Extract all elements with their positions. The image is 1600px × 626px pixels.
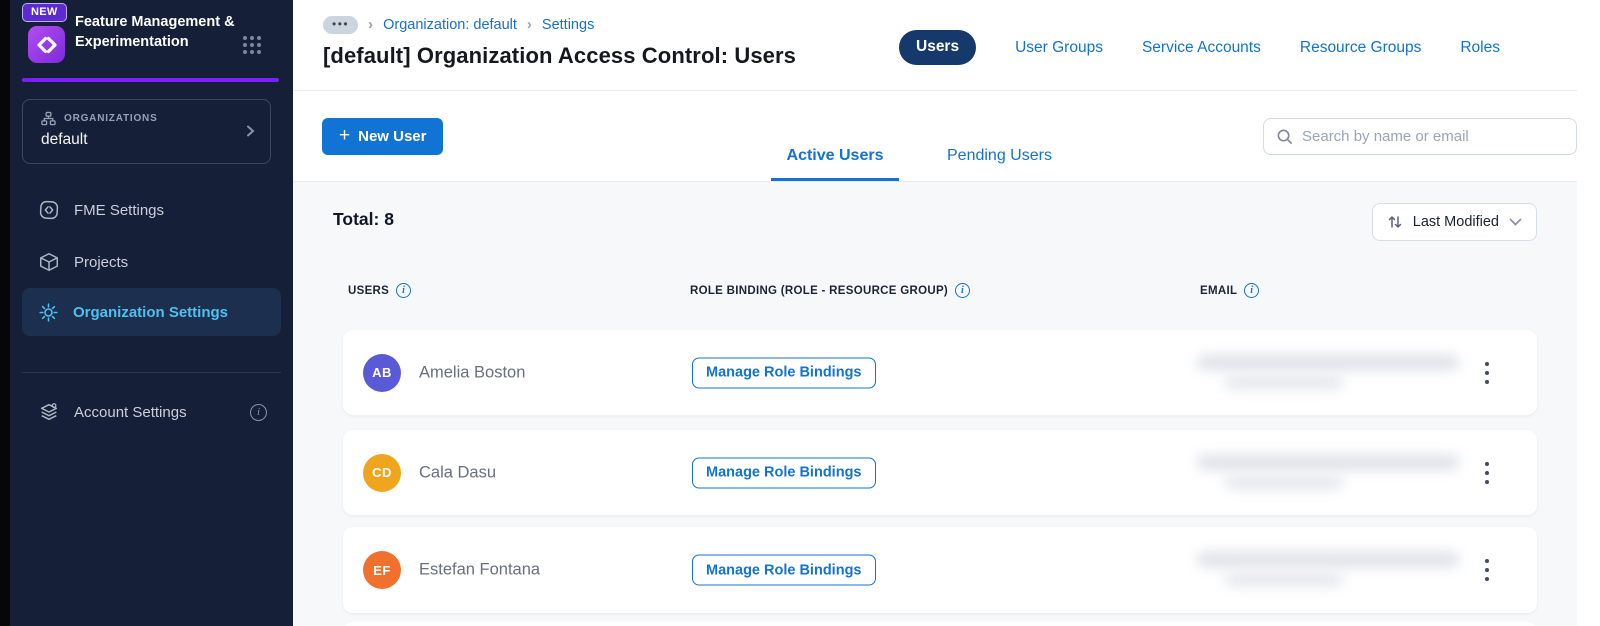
app-logo[interactable] [28, 26, 65, 63]
cube-icon [40, 253, 58, 271]
breadcrumb-link-organization[interactable]: Organization: default [383, 17, 517, 33]
breadcrumb-link-settings[interactable]: Settings [542, 17, 594, 33]
email-redacted [1197, 548, 1467, 592]
info-icon[interactable]: i [955, 283, 971, 298]
tab-resource-groups[interactable]: Resource Groups [1300, 39, 1421, 57]
info-icon[interactable]: i [1244, 283, 1260, 298]
search-input[interactable] [1302, 128, 1564, 145]
table-row-partial [343, 622, 1537, 626]
sidebar-item-label: Account Settings [74, 403, 187, 421]
breadcrumb-ellipsis[interactable]: ••• [323, 16, 359, 34]
column-header-email: EMAIL i [1200, 283, 1260, 298]
chevron-right-icon [247, 125, 255, 137]
fme-logo-icon [36, 36, 57, 53]
user-name: Cala Dasu [419, 463, 497, 481]
new-user-button-label: New User [358, 128, 427, 145]
page-title: [default] Organization Access Control: U… [323, 43, 796, 68]
user-view-tabs: Active Users Pending Users [771, 147, 1066, 181]
manage-role-bindings-button[interactable]: Manage Role Bindings [692, 357, 876, 388]
layers-icon [40, 403, 58, 421]
organization-selector[interactable]: ORGANIZATIONS default [22, 99, 271, 164]
app-title: Feature Management & Experimentation [75, 14, 235, 50]
fme-settings-icon [39, 200, 59, 220]
breadcrumb: ••• › Organization: default › Settings [323, 16, 594, 34]
column-header-users: USERS i [348, 283, 412, 298]
table-row: CD Cala Dasu Manage Role Bindings [343, 430, 1537, 515]
sidebar-item-organization-settings[interactable]: Organization Settings [22, 288, 281, 336]
email-redacted [1197, 451, 1467, 495]
org-selector-label: ORGANIZATIONS [64, 113, 158, 124]
search-icon [1277, 129, 1292, 144]
access-control-tabs: Users User Groups Service Accounts Resou… [899, 30, 1500, 65]
toolbar: + New User Active Users Pending Users [293, 91, 1577, 182]
tab-service-accounts[interactable]: Service Accounts [1142, 39, 1261, 57]
table-row: AB Amelia Boston Manage Role Bindings [343, 330, 1537, 415]
tab-roles[interactable]: Roles [1460, 39, 1500, 57]
kebab-menu-icon[interactable] [1479, 361, 1495, 384]
sort-dropdown-value: Last Modified [1412, 214, 1499, 230]
manage-role-bindings-button[interactable]: Manage Role Bindings [692, 457, 876, 488]
sidebar-item-label: Organization Settings [73, 303, 229, 321]
gear-icon [39, 302, 58, 322]
screen: NEW Feature Management & Experimentation… [0, 0, 1600, 626]
chevron-down-icon [1509, 218, 1522, 226]
users-list-panel: Total: 8 Last Modified USERS i ROLE BINDI… [293, 182, 1577, 626]
sort-icon [1388, 216, 1401, 228]
sidebar-item-fme-settings[interactable]: FME Settings [22, 190, 281, 230]
email-redacted [1197, 351, 1467, 395]
sidebar-item-account-settings[interactable]: Account Settings i [22, 392, 281, 432]
sidebar-item-projects[interactable]: Projects [22, 242, 281, 282]
chevron-right-icon: › [368, 15, 374, 33]
main-content: ••• › Organization: default › Settings [… [293, 0, 1577, 626]
sidebar-divider [22, 372, 281, 373]
sidebar: NEW Feature Management & Experimentation… [10, 0, 293, 626]
user-name: Amelia Boston [419, 363, 526, 381]
kebab-menu-icon[interactable] [1479, 461, 1495, 484]
sidebar-item-label: FME Settings [74, 201, 165, 219]
avatar: CD [363, 453, 401, 492]
page-header: ••• › Organization: default › Settings [… [293, 0, 1577, 91]
kebab-menu-icon[interactable] [1479, 559, 1495, 581]
tab-user-groups[interactable]: User Groups [1015, 39, 1103, 57]
plus-icon: + [339, 124, 351, 146]
avatar: AB [363, 353, 401, 392]
background-edge-strip [0, 0, 10, 626]
tab-pending-users[interactable]: Pending Users [933, 147, 1066, 181]
tab-users[interactable]: Users [899, 30, 977, 65]
info-icon[interactable]: i [396, 283, 412, 298]
tab-active-users[interactable]: Active Users [771, 147, 899, 181]
user-name: Estefan Fontana [419, 560, 541, 579]
apps-grid-icon[interactable] [243, 36, 265, 58]
avatar: EF [363, 551, 401, 589]
sidebar-item-label: Projects [74, 253, 129, 271]
total-count: Total: 8 [333, 209, 394, 229]
brand-divider [22, 78, 279, 82]
org-hierarchy-icon [41, 111, 56, 126]
new-user-button[interactable]: + New User [322, 118, 444, 155]
column-header-role-binding: ROLE BINDING (ROLE - RESOURCE GROUP) i [690, 283, 971, 298]
table-header-row: USERS i ROLE BINDING (ROLE - RESOURCE GRO… [293, 283, 1577, 299]
sort-dropdown[interactable]: Last Modified [1371, 203, 1537, 241]
manage-role-bindings-button[interactable]: Manage Role Bindings [692, 554, 876, 586]
chevron-right-icon: › [526, 15, 532, 33]
table-row: EF Estefan Fontana Manage Role Bindings [343, 527, 1537, 613]
search-box [1263, 118, 1577, 155]
info-icon[interactable]: i [250, 403, 267, 421]
new-badge: NEW [22, 3, 67, 22]
org-selector-value: default [41, 131, 88, 148]
